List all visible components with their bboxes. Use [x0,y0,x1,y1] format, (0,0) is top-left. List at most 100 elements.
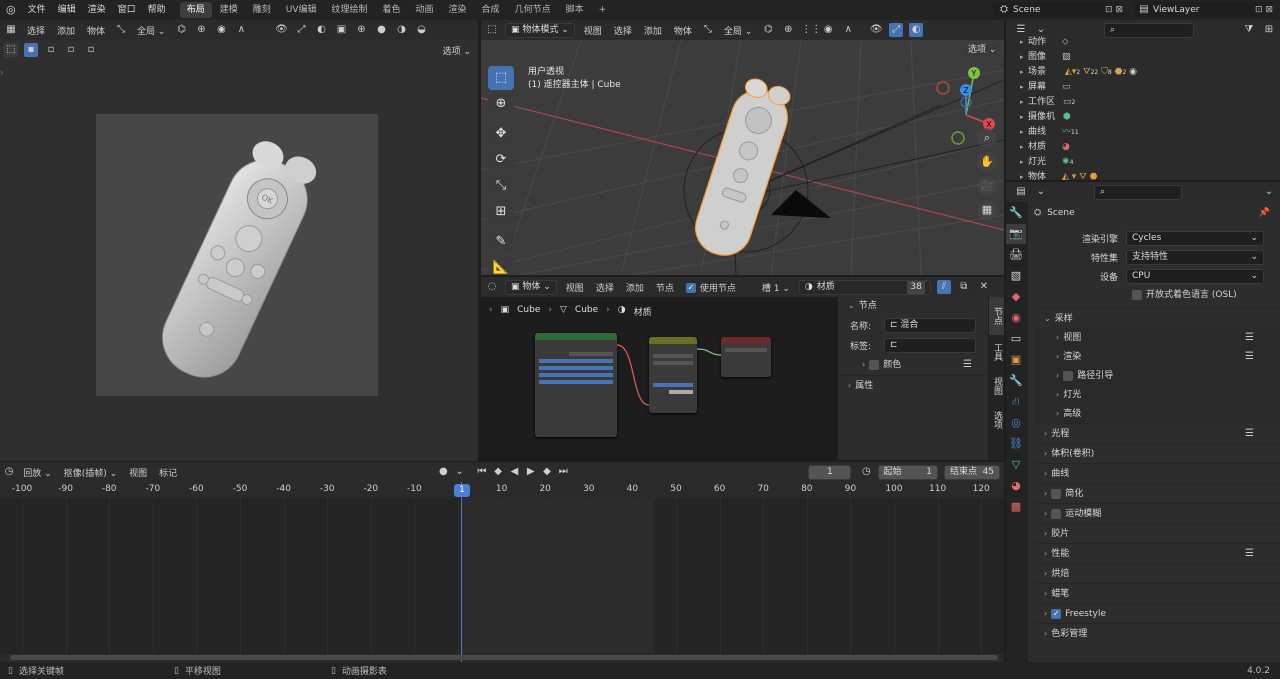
panel-section[interactable]: › 曲线 [1034,463,1280,483]
measure-tool-icon[interactable]: 📐 [488,256,514,275]
panel-section[interactable]: › 蜡笔 [1034,583,1280,603]
panel-section[interactable]: › ✓ Freestyle [1034,603,1280,623]
pan-hand-icon[interactable]: ✋ [977,152,997,172]
tab-node[interactable]: 节点 [989,297,1004,335]
view-layer-tab-icon[interactable]: ▧ [1006,266,1026,286]
tab-animation[interactable]: 动画 [409,2,441,18]
editor-type-timeline-icon[interactable]: ◷ [4,465,14,479]
solid-shading-icon[interactable]: ● [374,23,388,37]
mode-invert-icon[interactable]: ▫ [84,43,98,57]
record-icon[interactable]: ● [438,465,448,479]
transform-tool-icon[interactable]: ⊞ [488,200,514,224]
snap-icon[interactable]: ⊕ [194,23,208,37]
keyframe-type-icon[interactable]: ⌄ [454,465,464,479]
tree-row-images[interactable]: ▸ 图像 ▨ [1006,50,1280,65]
snap-target-icon[interactable]: ⋮⋮ [801,23,821,37]
visibility-icon[interactable]: 👁 [869,23,883,37]
add-workspace-button[interactable]: + [592,2,614,18]
cursor-tool-icon[interactable]: ⊕ [488,92,514,116]
prev-keyframe-icon[interactable]: ◆ [493,465,503,479]
tool-tab-icon[interactable]: 🔧 [1006,203,1026,223]
ortho-grid-icon[interactable]: ▦ [977,200,997,220]
menu-select[interactable]: 选择 [24,24,48,37]
particles-tab-icon[interactable]: ⛙ [1006,392,1026,412]
mode-subtract-icon[interactable]: ▫ [64,43,78,57]
view-layer-selector[interactable]: ▤ ViewLayer ⊡ ⊠ [1133,2,1273,18]
blender-logo-icon[interactable]: ◎ [0,0,22,20]
proportional-edit-icon[interactable]: ◉ [821,23,835,37]
section-checkbox[interactable] [1051,508,1062,519]
select-box-tool-icon[interactable]: ⬚ [488,66,514,90]
panel-subpanel[interactable]: › 视图 ☰ [1034,328,1280,347]
node-panel-header[interactable]: ⌄ 节点 [838,297,988,315]
gizmo-icon[interactable]: ⤢ [294,23,308,37]
view-layer-actions-icon[interactable]: ⊡ ⊠ [1255,5,1273,15]
display-mode-icon[interactable]: ⌄ [1034,185,1048,199]
orientation-dropdown[interactable]: 全局 ⌄ [721,24,755,37]
next-keyframe-icon[interactable]: ◆ [542,465,552,479]
panel-subpanel[interactable]: › 高级 [1034,404,1280,423]
output-tab-icon[interactable]: 🖨 [1006,245,1026,265]
node-color-checkbox[interactable] [869,359,880,370]
tree-row-objects[interactable]: ▸ 物体 ◭ ▾ ⛛ ⬣ [1006,170,1280,180]
jump-end-icon[interactable]: ⏭ [558,465,568,479]
presets-list-icon[interactable]: ☰ [1245,424,1254,444]
node-name-field[interactable]: ⊏ 混合 [884,317,976,333]
menu-marker[interactable]: 标记 [156,466,180,479]
panel-subpanel[interactable]: › 路径引导 [1034,366,1280,385]
panel-section[interactable]: › 性能 ☰ [1034,543,1280,563]
panel-section[interactable]: › 简化 [1034,483,1280,503]
panel-section[interactable]: › 光程 ☰ [1034,423,1280,443]
timeline-scrollbar[interactable] [10,655,998,660]
unlink-material-icon[interactable]: ✕ [977,280,991,294]
osl-row[interactable]: 开放式着色语言 (OSL) [1034,287,1280,303]
tree-row-materials[interactable]: ▸ 材质 ◕ [1006,140,1280,155]
tab-texture-paint[interactable]: 纹理绘制 [324,2,374,18]
proportional-icon[interactable]: ◉ [214,23,228,37]
collapse-icon[interactable]: ⌄ [1262,185,1276,199]
section-checkbox[interactable]: ✓ [1051,608,1062,619]
tab-compositing[interactable]: 合成 [475,2,507,18]
properties-search-field[interactable]: ⌕ [1094,184,1182,200]
device-dropdown[interactable]: CPU ⌄ [1126,269,1264,284]
pivot-icon[interactable]: ⌬ [761,23,775,37]
tab-layout[interactable]: 布局 [179,2,212,18]
current-frame-field[interactable]: 1 [808,464,852,480]
tab-rendering[interactable]: 渲染 [442,2,474,18]
play-reverse-icon[interactable]: ◀ [509,465,519,479]
mode-dropdown[interactable]: ▣ 物体模式 ⌄ [505,22,575,38]
collection-tab-icon[interactable]: ▭ [1006,329,1026,349]
menu-select[interactable]: 选择 [611,24,635,37]
menu-playback[interactable]: 回放 ⌄ [20,466,54,479]
frame-start-field[interactable]: 起始 1 [877,464,938,480]
tree-row-scenes[interactable]: ▸ 场景 ◭▾2 ⛛22 ⛉8 ⬣2 ◉ [1006,65,1280,80]
panel-subpanel[interactable]: › 渲染 ☰ [1034,347,1280,366]
falloff-icon[interactable]: ∧ [234,23,248,37]
playhead[interactable] [461,482,462,662]
panel-subpanel[interactable]: › 灯光 [1034,385,1280,404]
move-tool-icon[interactable]: ✥ [488,122,514,146]
timeline-keyframe-area[interactable] [0,498,1004,654]
mode-extend-icon[interactable]: ▫ [44,43,58,57]
transform-icon[interactable]: ⤡ [114,23,128,37]
tree-row-workspaces[interactable]: ▸ 工作区 ▭2 [1006,95,1280,110]
scene-selector[interactable]: ⛭ Scene ⊡ ⊠ [993,2,1123,18]
snap-icon[interactable]: ⊕ [781,23,795,37]
transform-orientation-icon[interactable]: ⤡ [701,23,715,37]
tab-shading[interactable]: 着色 [376,2,408,18]
menu-object[interactable]: 物体 [671,24,695,37]
section-checkbox[interactable] [1063,370,1074,381]
wireframe-shading-icon[interactable]: ⊕ [354,23,368,37]
render-engine-dropdown[interactable]: Cycles ⌄ [1126,231,1264,246]
pivot-icon[interactable]: ⌬ [174,23,188,37]
menu-file[interactable]: 文件 [22,0,52,20]
scale-tool-icon[interactable]: ⤡ [488,174,514,198]
node-label-field[interactable]: ⊏ [884,337,976,353]
fake-user-icon[interactable]: ⫽ [936,280,951,294]
presets-list-icon[interactable]: ☰ [1245,328,1254,347]
image-options-button[interactable]: 选项 ⌄ [440,44,474,57]
rendered-shading-icon[interactable]: ◒ [414,23,428,37]
shader-node-editor[interactable]: ◌ ▣ 物体 ⌄ 视图 选择 添加 节点 ✓ 使用节点 槽 1 ⌄ ◑ 材质 38… [481,277,1004,460]
menu-add[interactable]: 添加 [54,24,78,37]
panel-section[interactable]: › 运动模糊 [1034,503,1280,523]
